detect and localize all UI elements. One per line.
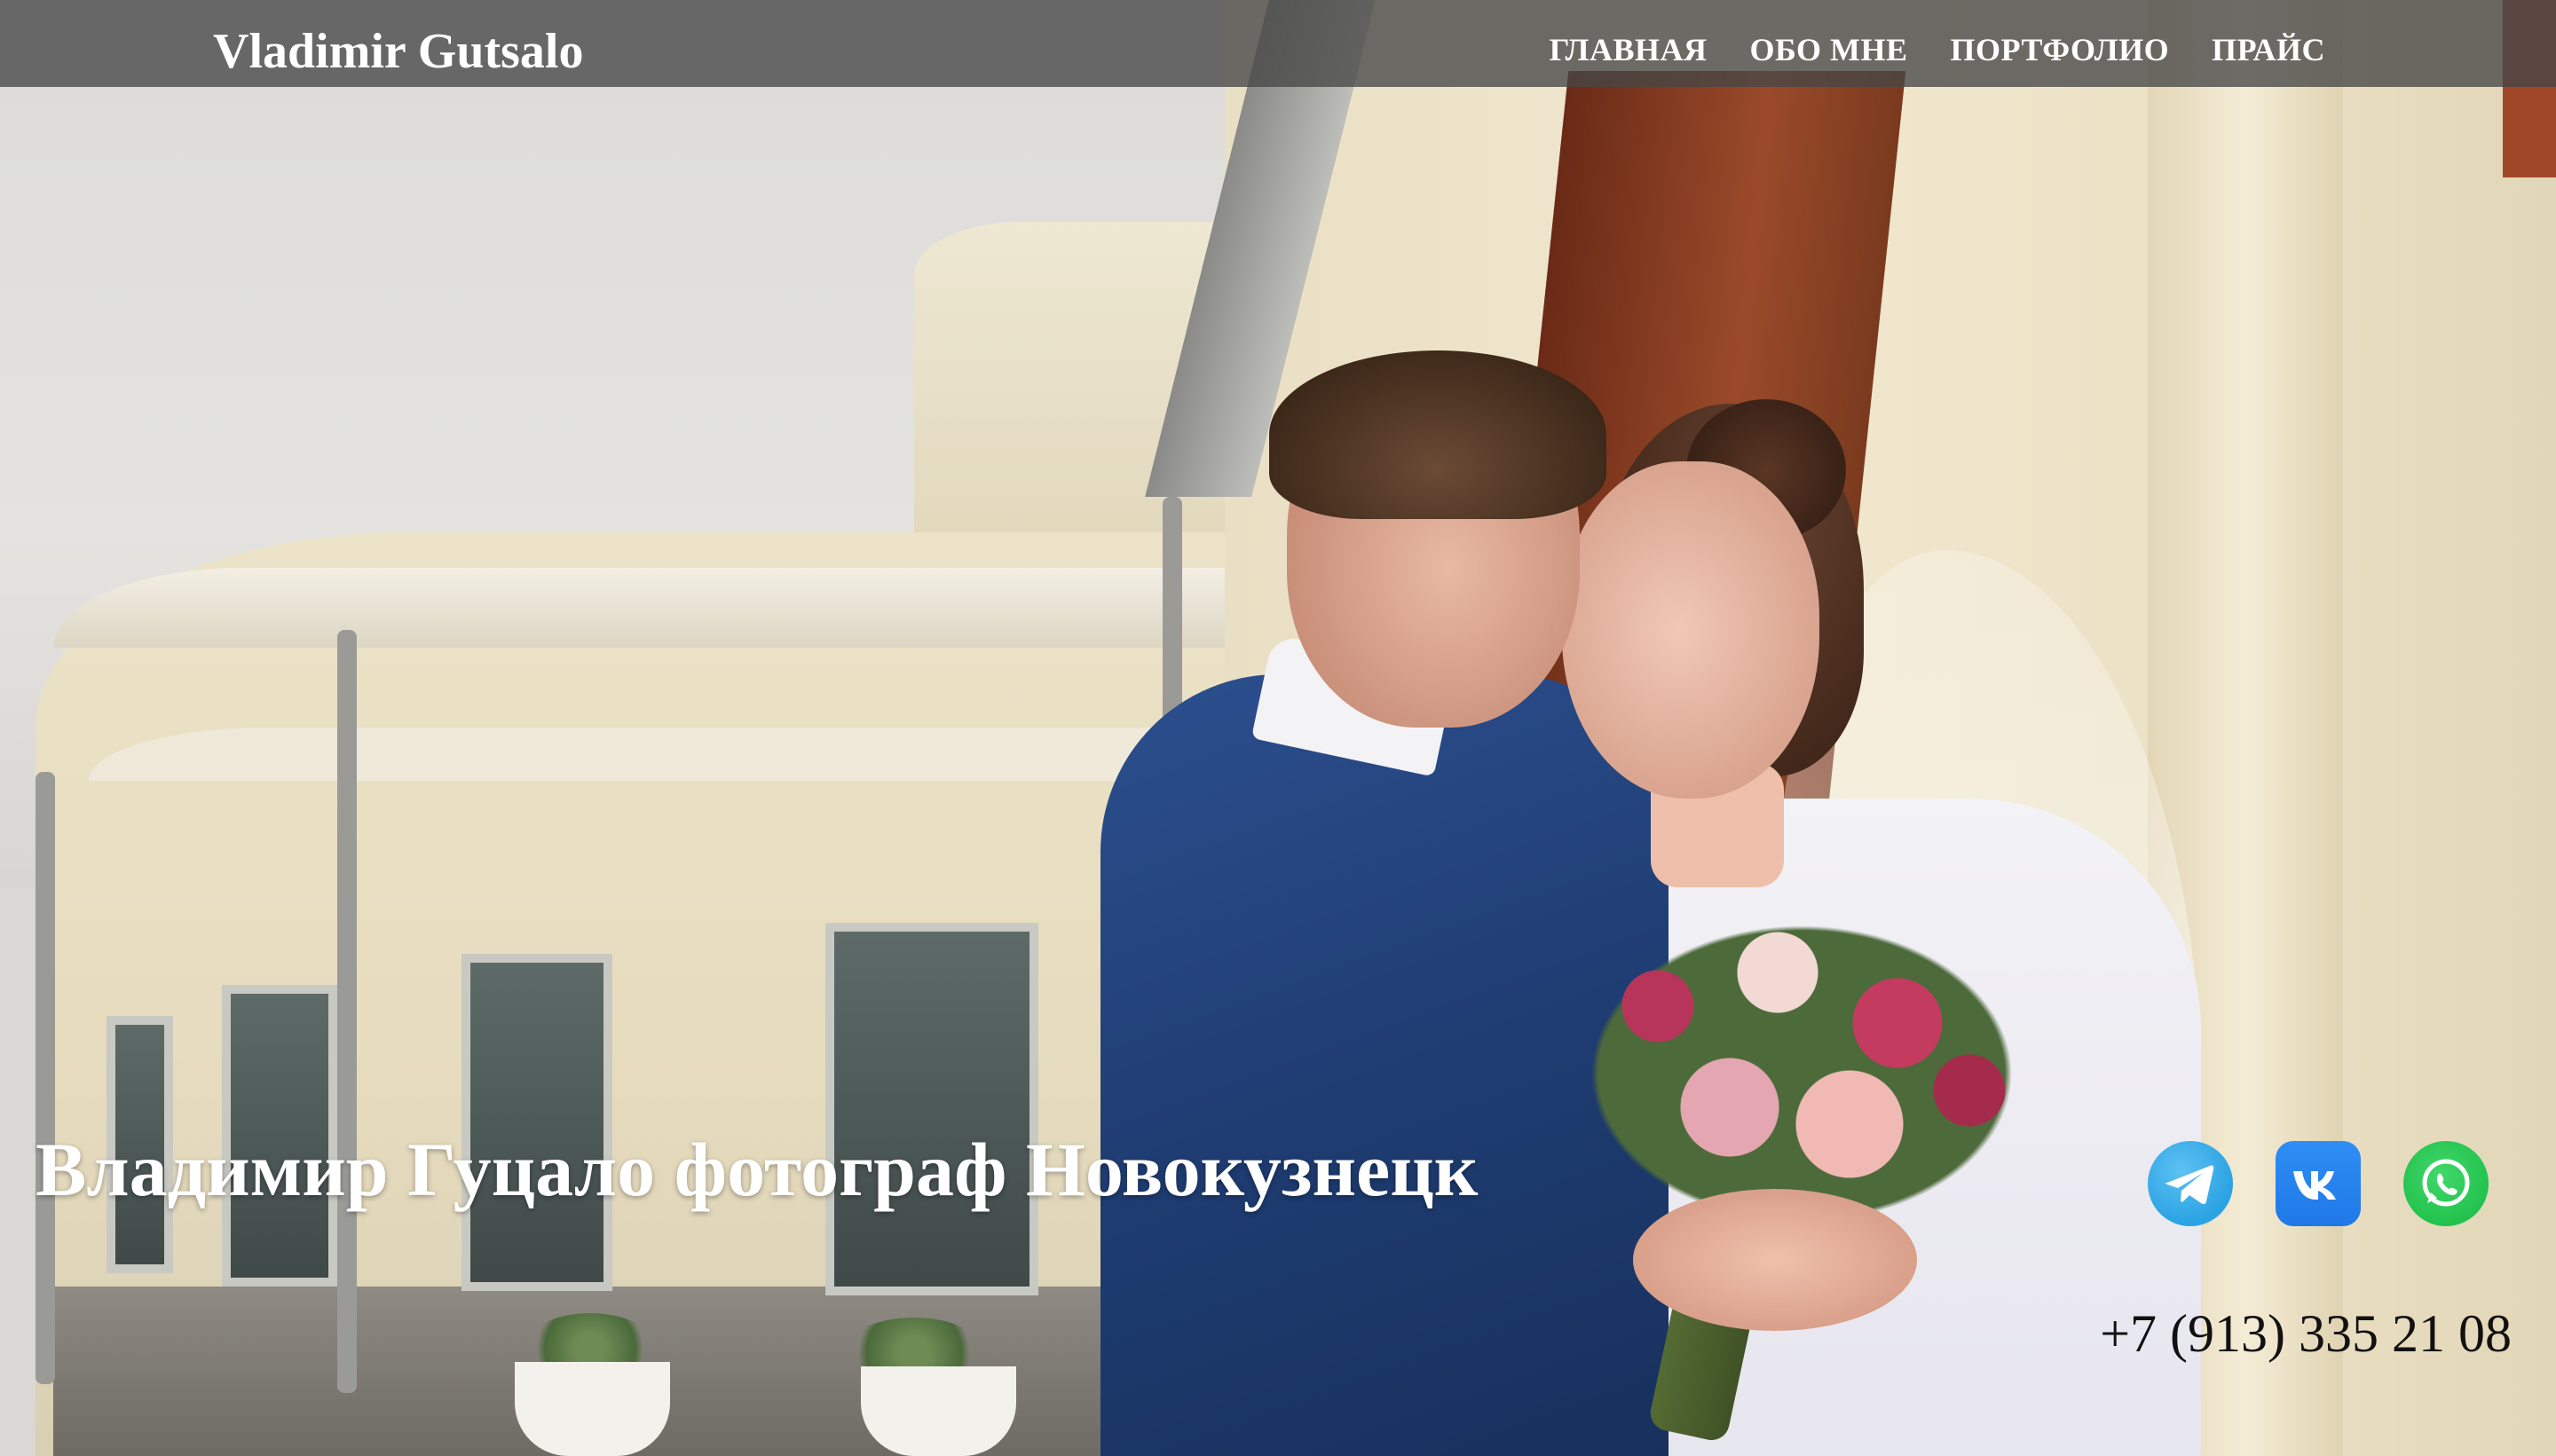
whatsapp-link[interactable]: [2403, 1141, 2489, 1226]
drain-pipe: [337, 630, 357, 1393]
flower-pot: [515, 1362, 670, 1456]
nav-item-price[interactable]: ПРАЙС: [2212, 30, 2325, 69]
telegram-icon: [2166, 1165, 2214, 1205]
hero-photo: [0, 0, 2556, 1456]
phone-number[interactable]: +7 (913) 335 21 08: [2100, 1303, 2512, 1365]
groom-hair: [1269, 350, 1606, 519]
window: [825, 923, 1038, 1295]
top-navbar: Vladimir Gutsalo ГЛАВНАЯ ОБО МНЕ ПОРТФОЛ…: [0, 0, 2556, 87]
vk-link[interactable]: [2276, 1141, 2361, 1226]
window: [462, 954, 612, 1291]
social-links: [2148, 1141, 2489, 1226]
site-brand[interactable]: Vladimir Gutsalo: [213, 23, 583, 80]
flower-pot: [861, 1366, 1016, 1456]
vk-icon: [2293, 1171, 2336, 1200]
whatsapp-icon: [2422, 1159, 2470, 1207]
page: Vladimir Gutsalo ГЛАВНАЯ ОБО МНЕ ПОРТФОЛ…: [0, 0, 2556, 1456]
building-cornice: [53, 568, 1278, 648]
bride-face: [1562, 461, 1819, 799]
nav-item-about[interactable]: ОБО МНЕ: [1749, 30, 1907, 69]
building-band: [89, 728, 1278, 781]
nav-item-home[interactable]: ГЛАВНАЯ: [1550, 30, 1708, 69]
main-nav: ГЛАВНАЯ ОБО МНЕ ПОРТФОЛИО ПРАЙС: [1550, 30, 2325, 69]
hands: [1633, 1189, 1917, 1331]
nav-item-portfolio[interactable]: ПОРТФОЛИО: [1951, 30, 2170, 69]
drain-pipe: [36, 772, 55, 1384]
telegram-link[interactable]: [2148, 1141, 2233, 1226]
hero-headline: Владимир Гуцало фотограф Новокузнецк: [36, 1127, 1479, 1212]
